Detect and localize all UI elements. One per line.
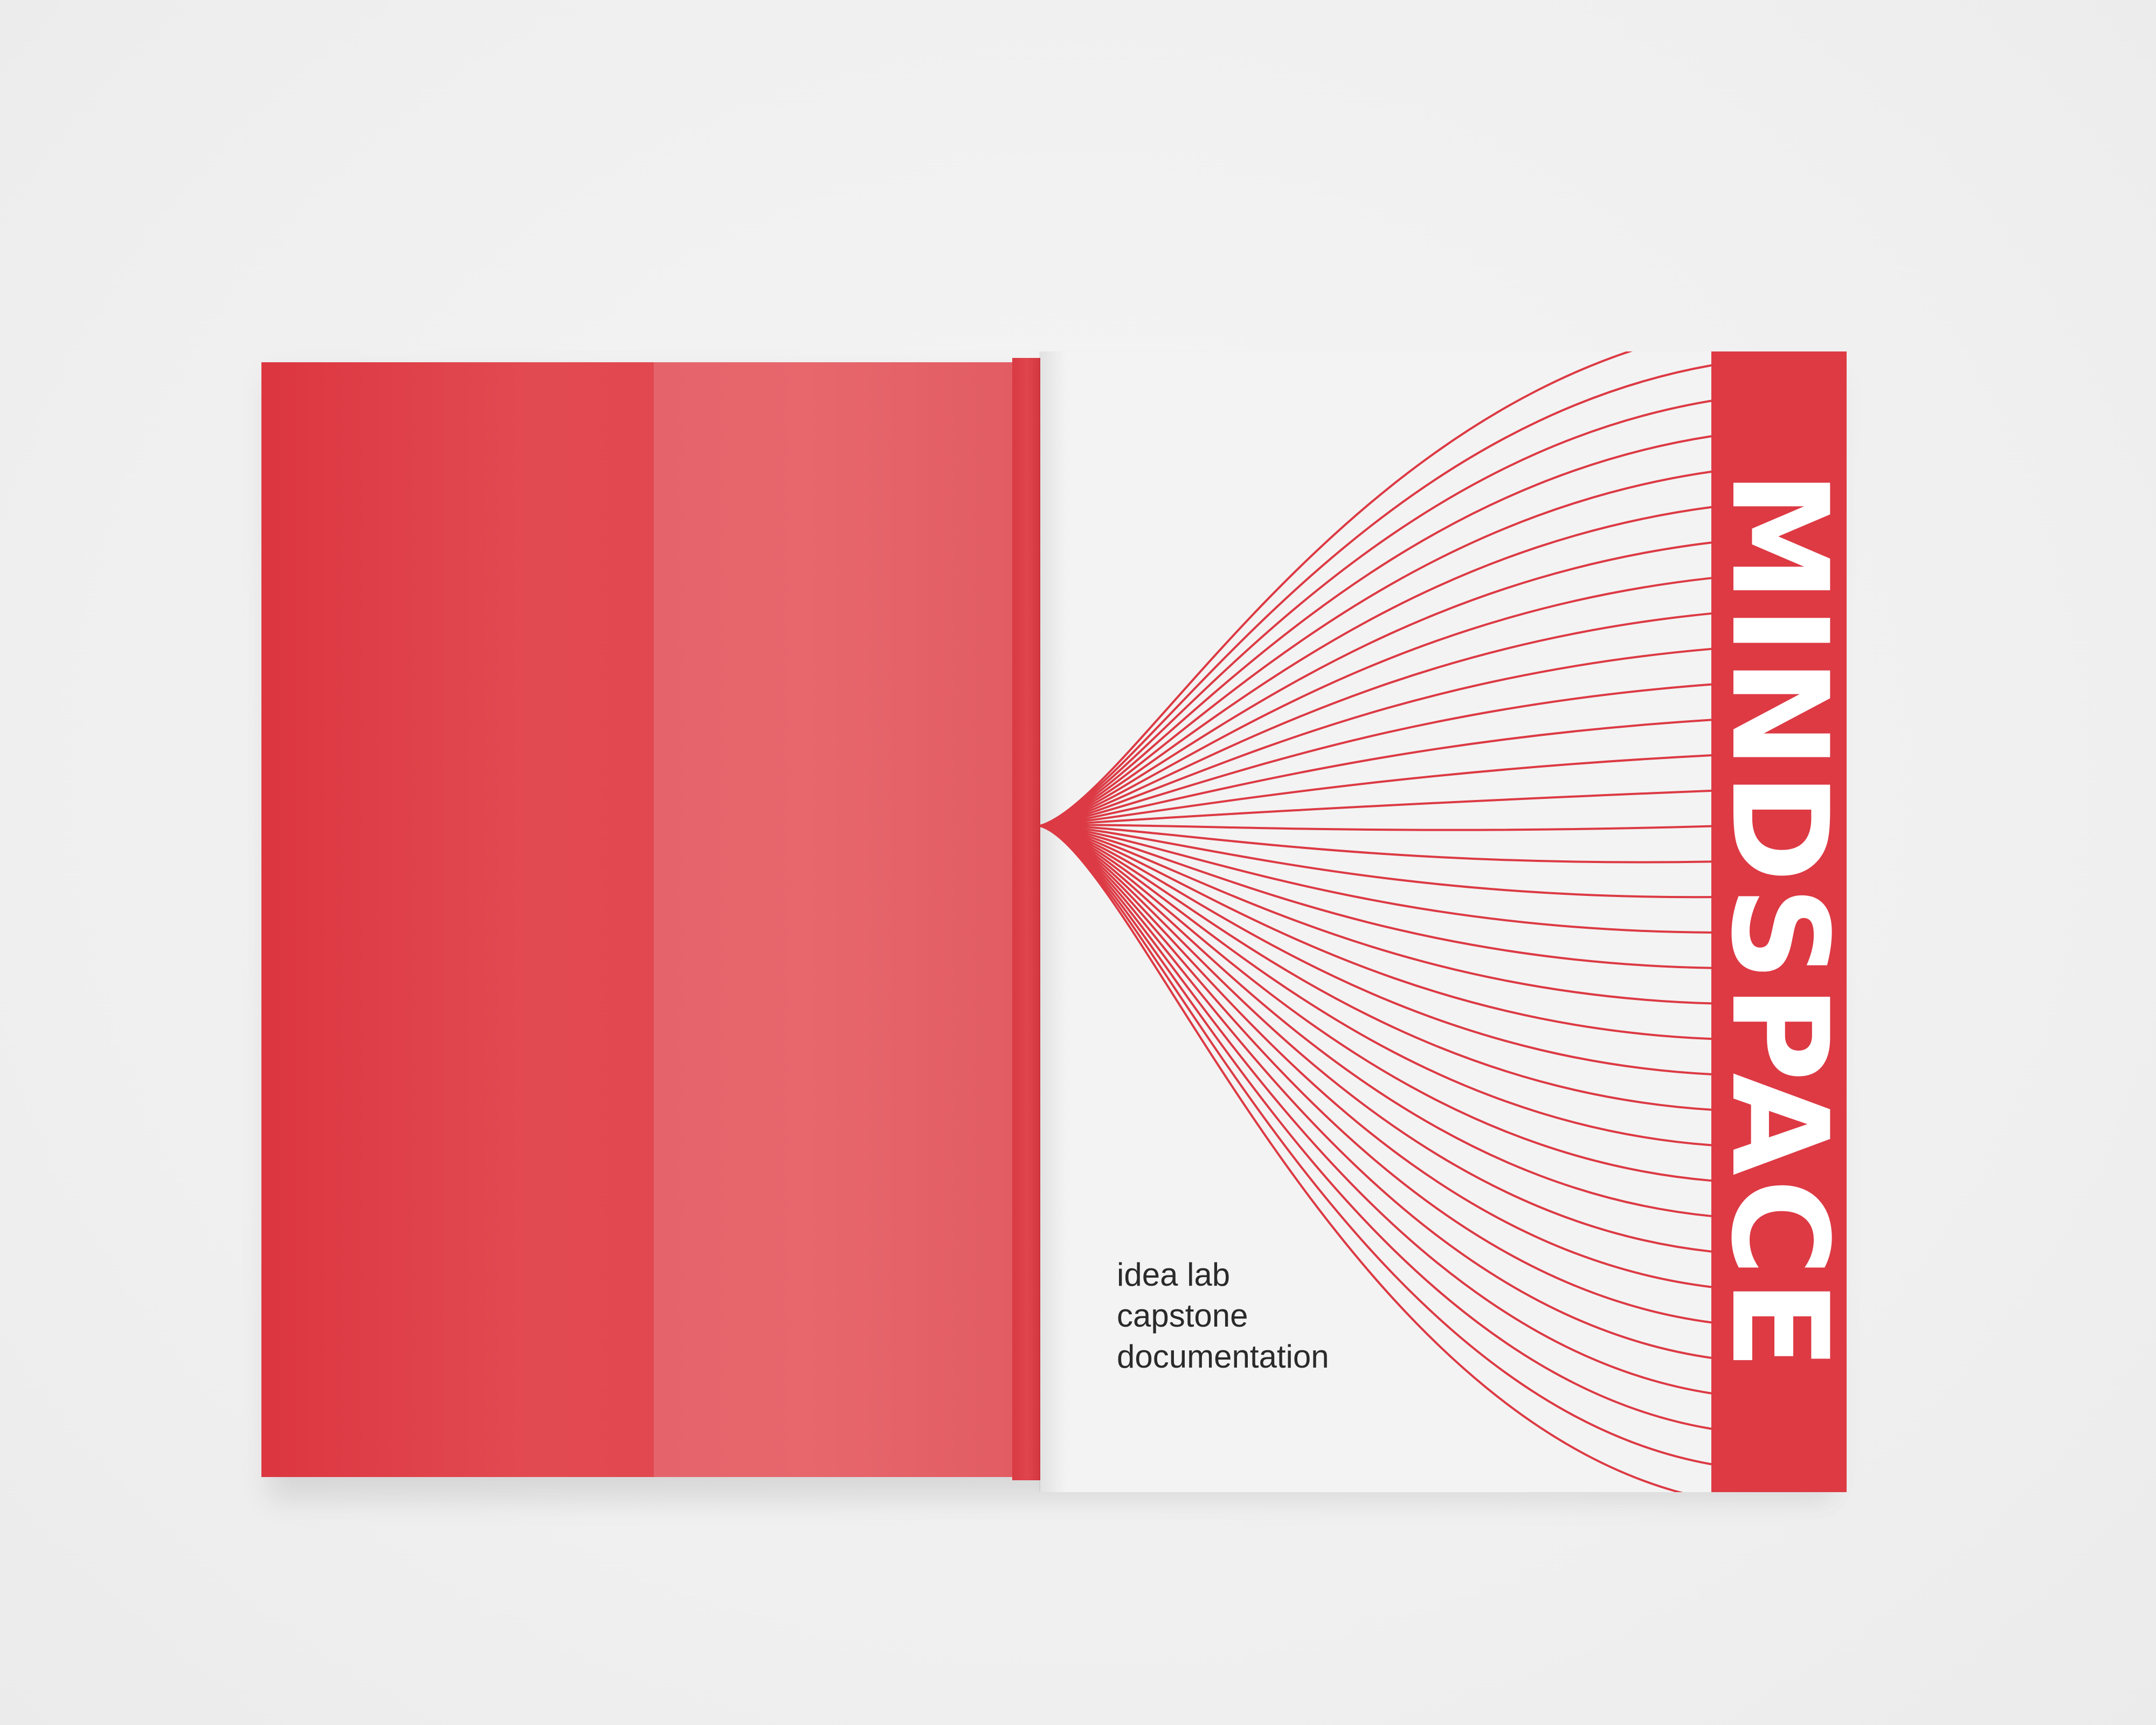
wave-line [1040, 435, 1712, 827]
wave-line [1040, 825, 1712, 934]
wave-line [1040, 754, 1712, 827]
wave-line [1040, 789, 1712, 827]
wave-line [1040, 683, 1712, 827]
back-cover [261, 362, 1036, 1477]
book-spine [1012, 358, 1042, 1480]
back-cover-flap [654, 362, 1036, 1477]
wave-line [1040, 825, 1712, 1217]
wave-line [1040, 471, 1712, 827]
wave-line [1040, 351, 1633, 827]
product-mockup-scene: MINDSPACE idea lab capstone documentatio… [0, 0, 2156, 1725]
wave-line [1040, 506, 1712, 827]
subtitle-line-3: documentation [1117, 1338, 1329, 1375]
wave-line [1040, 825, 1712, 1253]
wave-line [1040, 825, 1712, 969]
wave-line [1040, 825, 1712, 1182]
wave-line [1040, 824, 1712, 831]
cover-title: MINDSPACE [1702, 470, 1847, 1374]
cover-subtitle: idea lab capstone documentation [1117, 1254, 1329, 1377]
subtitle-line-2: capstone [1117, 1298, 1248, 1334]
front-cover: MINDSPACE idea lab capstone documentatio… [1040, 351, 1847, 1492]
subtitle-line-1: idea lab [1117, 1257, 1231, 1293]
